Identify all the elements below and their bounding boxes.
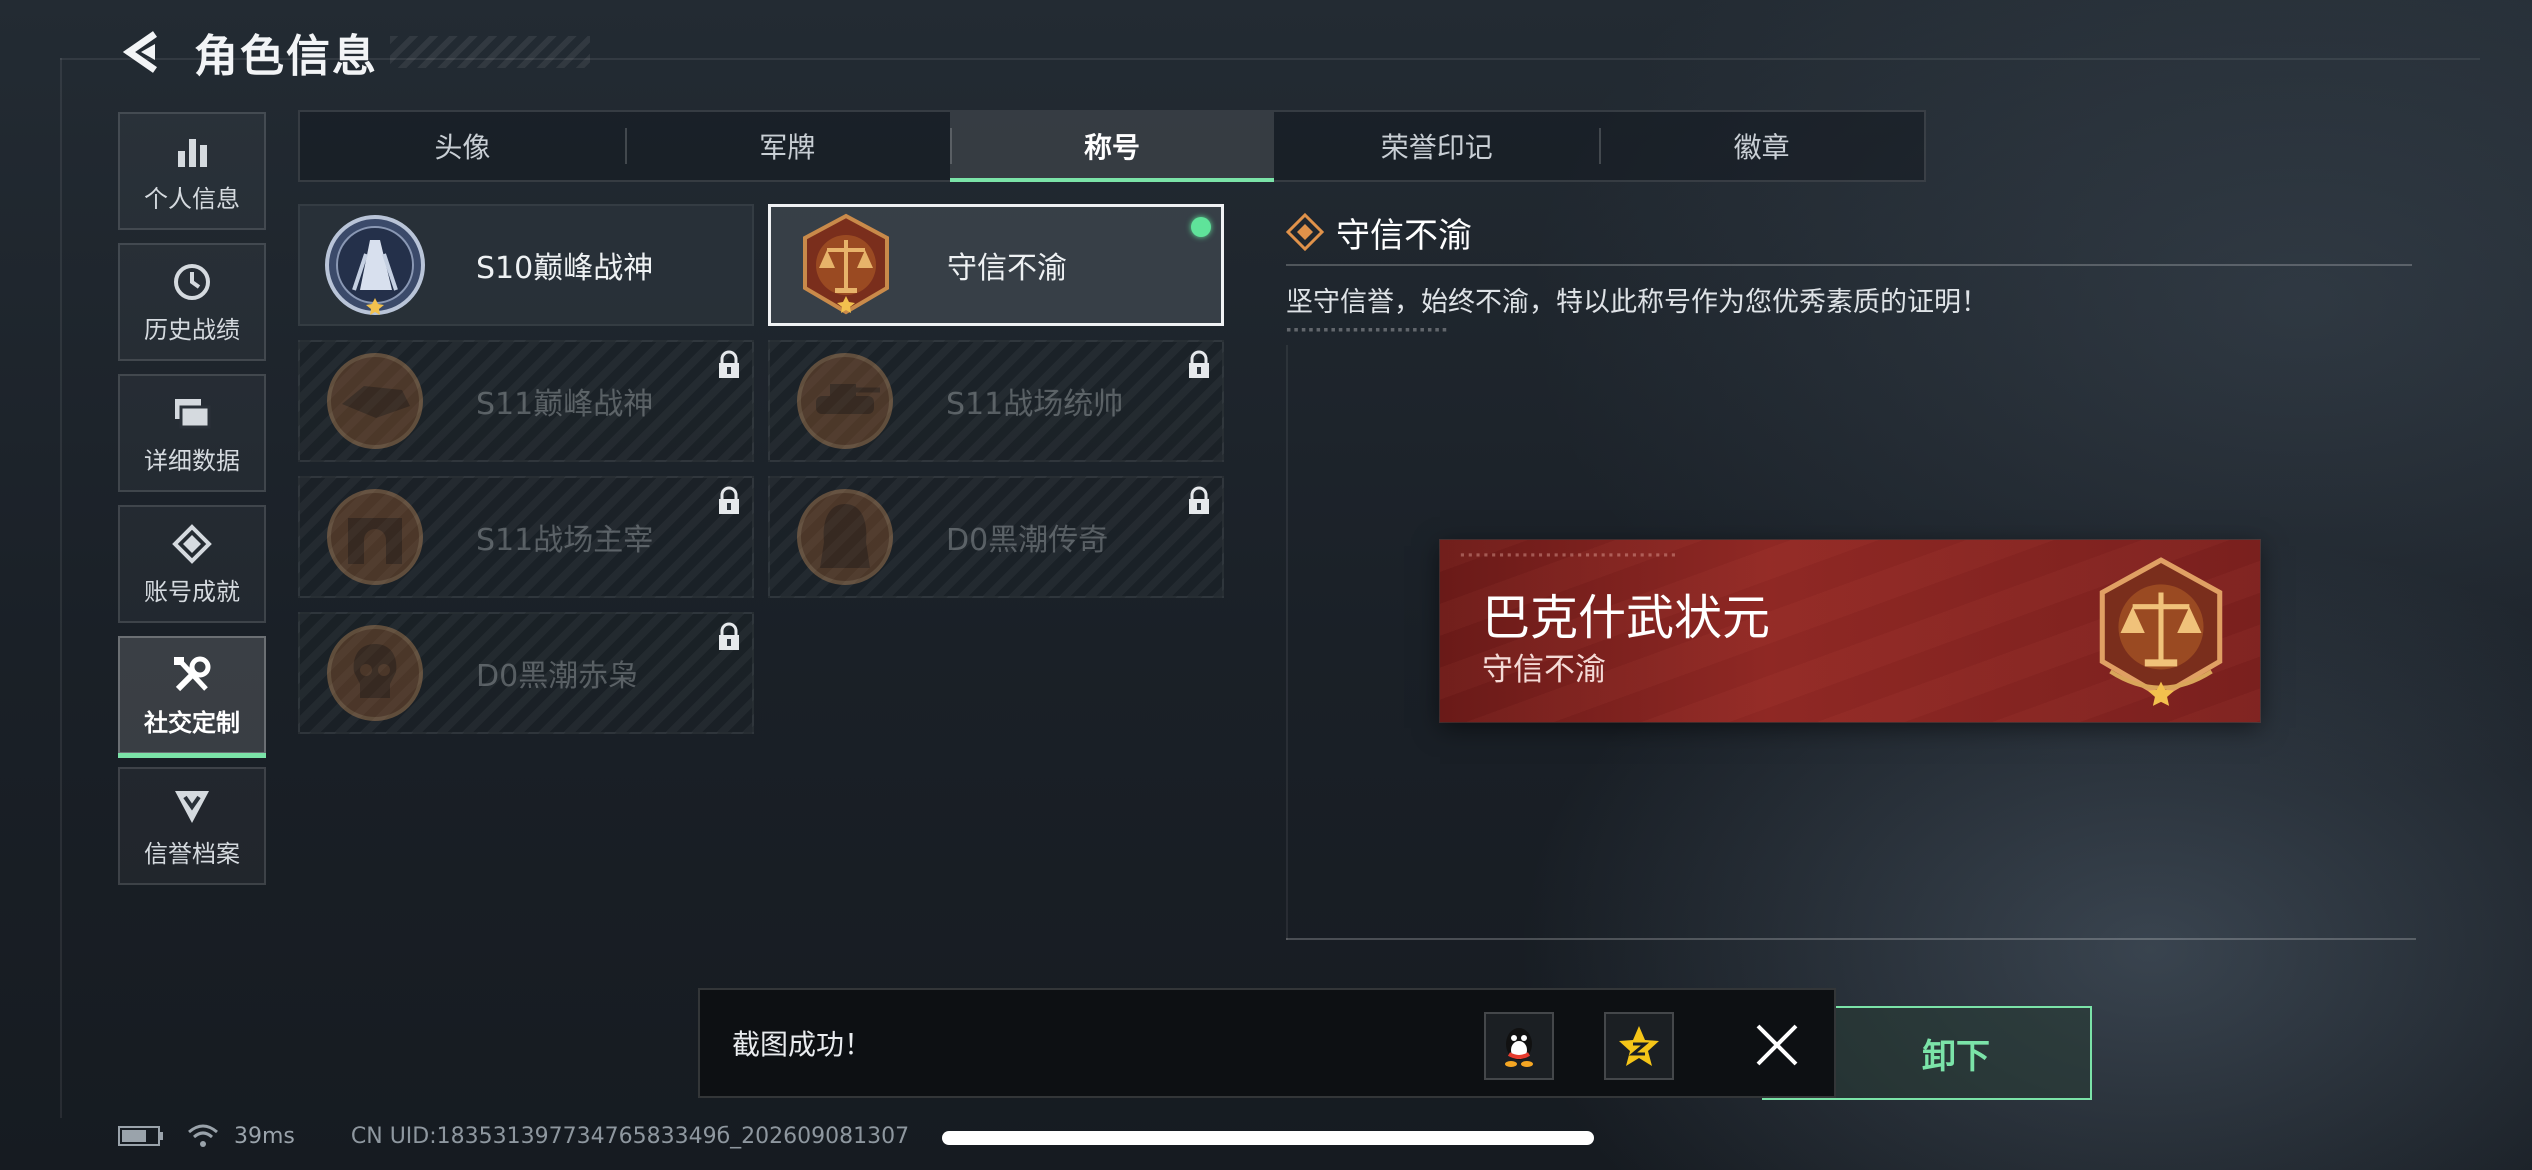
title-card[interactable]: S10巅峰战神 — [298, 204, 754, 326]
detail-header: 守信不渝 — [1286, 204, 2416, 260]
sidebar-item-credit-record[interactable]: 信誉档案 — [118, 767, 266, 885]
back-arrow-icon — [122, 31, 157, 73]
title-card-locked[interactable]: D0黑潮赤枭 — [298, 612, 754, 734]
tab-dog-tag[interactable]: 军牌 — [624, 112, 950, 180]
skull-emblem-icon — [327, 625, 423, 721]
player-name: 巴克什武状元 — [1482, 590, 1771, 646]
lock-icon — [719, 486, 739, 514]
sidebar-item-achievements[interactable]: 账号成就 — [118, 505, 266, 623]
title-card-label: D0黑潮赤枭 — [476, 659, 639, 694]
lock-icon — [1189, 486, 1209, 514]
title-card-label: S11战场主宰 — [476, 523, 654, 558]
achievement-icon — [170, 522, 214, 566]
qzone-star-icon — [1619, 1026, 1659, 1066]
sidebar-item-label: 详细数据 — [144, 446, 240, 475]
tools-icon — [170, 653, 214, 697]
lock-icon — [719, 622, 739, 650]
diamond-marker-icon — [1286, 213, 1324, 251]
sidebar-item-personal-info[interactable]: 个人信息 — [118, 112, 266, 230]
sidebar-item-detailed-data[interactable]: 详细数据 — [118, 374, 266, 492]
battery-icon — [118, 1126, 163, 1146]
shield-chevron-icon — [170, 784, 214, 828]
lock-icon — [1189, 350, 1209, 378]
lock-icon — [719, 350, 739, 378]
divider — [1286, 264, 2412, 266]
ping-value: 39ms — [234, 1123, 295, 1149]
equipped-indicator — [1191, 217, 1211, 237]
title-card-label: S11巅峰战神 — [476, 387, 654, 422]
frame-line-left — [60, 58, 62, 1118]
title-decoration — [390, 36, 590, 68]
player-uid: CN UID:18353139773476583349б_20260908130… — [350, 1123, 910, 1149]
share-qq-button[interactable] — [1484, 1012, 1554, 1080]
s11-arch-emblem-icon — [327, 489, 423, 585]
title-card-label: 守信不渝 — [947, 251, 1067, 286]
title-card-label: D0黑潮传奇 — [946, 523, 1109, 558]
folder-stack-icon — [170, 391, 214, 435]
scales-emblem-icon — [2099, 557, 2223, 706]
title-card-selected[interactable]: 守信不渝 — [768, 204, 1224, 326]
sidebar-item-history[interactable]: 历史战绩 — [118, 243, 266, 361]
sidebar-item-label: 账号成就 — [144, 577, 240, 606]
qq-penguin-icon — [1505, 1028, 1533, 1067]
sidebar-item-label: 社交定制 — [144, 708, 240, 737]
s11-commander-emblem-icon — [797, 353, 893, 449]
scales-emblem-icon — [803, 213, 889, 315]
detail-title: 守信不渝 — [1336, 215, 1472, 256]
page-header: 角色信息 — [118, 22, 590, 82]
nameplate-decoration: ▪▪▪▪▪▪▪▪▪▪▪▪▪▪▪▪▪▪▪▪▪▪▪▪▪▪▪▪ — [1460, 550, 1679, 559]
s11-peak-emblem-icon — [327, 353, 423, 449]
sidebar: 个人信息 历史战绩 详细数据 账号成就 社交定制 信誉档案 — [118, 112, 266, 898]
tab-title[interactable]: 称号 — [949, 112, 1275, 182]
bar-chart-icon — [170, 129, 214, 173]
back-button[interactable] — [118, 22, 164, 82]
title-card-label: S11战场统帅 — [946, 387, 1124, 422]
close-icon[interactable] — [1750, 1018, 1804, 1072]
toast-message: 截图成功！ — [732, 1028, 873, 1061]
hooded-figure-emblem-icon — [797, 489, 893, 585]
sidebar-item-label: 信誉档案 — [144, 839, 240, 868]
tab-honor-mark[interactable]: 荣誉印记 — [1274, 112, 1599, 180]
status-bar: 39ms CN UID:18353139773476583349б_202609… — [118, 1118, 909, 1154]
wifi-icon — [188, 1124, 218, 1147]
history-clock-icon — [170, 260, 214, 304]
title-card-locked[interactable]: S11巅峰战神 — [298, 340, 754, 462]
sidebar-item-label: 个人信息 — [144, 184, 240, 213]
tab-badge[interactable]: 徽章 — [1599, 112, 1924, 180]
sidebar-item-social-custom[interactable]: 社交定制 — [118, 636, 266, 758]
detail-description: 坚守信誉，始终不渝，特以此称号作为您优秀素质的证明！ — [1286, 287, 1988, 318]
divider — [1286, 938, 2416, 940]
title-card-label: S10巅峰战神 — [476, 251, 654, 286]
title-detail-panel: 守信不渝 坚守信誉，始终不渝，特以此称号作为您优秀素质的证明！ ▪▪▪▪▪▪▪▪… — [1286, 204, 2416, 335]
sidebar-item-label: 历史战绩 — [144, 315, 240, 344]
tab-bar: 头像 军牌 称号 荣誉印记 徽章 — [298, 110, 1926, 182]
share-qzone-button[interactable] — [1604, 1012, 1674, 1080]
title-card-locked[interactable]: S11战场统帅 — [768, 340, 1224, 462]
title-card-locked[interactable]: S11战场主宰 — [298, 476, 754, 598]
screenshot-toast: 截图成功！ — [698, 988, 1836, 1098]
s10-peak-emblem-icon — [325, 215, 425, 315]
nameplate-title: 守信不渝 — [1482, 652, 1606, 688]
page-title: 角色信息 — [194, 31, 378, 82]
decorative-microtext: ▪▪▪▪▪▪▪▪▪▪▪▪▪▪▪▪▪▪▪▪▪▪ — [1286, 325, 1450, 335]
home-indicator[interactable] — [942, 1131, 1594, 1145]
nameplate-preview: ▪▪▪▪▪▪▪▪▪▪▪▪▪▪▪▪▪▪▪▪▪▪▪▪▪▪▪▪ 巴克什武状元 守信不渝 — [1440, 540, 2260, 722]
title-card-locked[interactable]: D0黑潮传奇 — [768, 476, 1224, 598]
tab-avatar[interactable]: 头像 — [300, 112, 625, 180]
